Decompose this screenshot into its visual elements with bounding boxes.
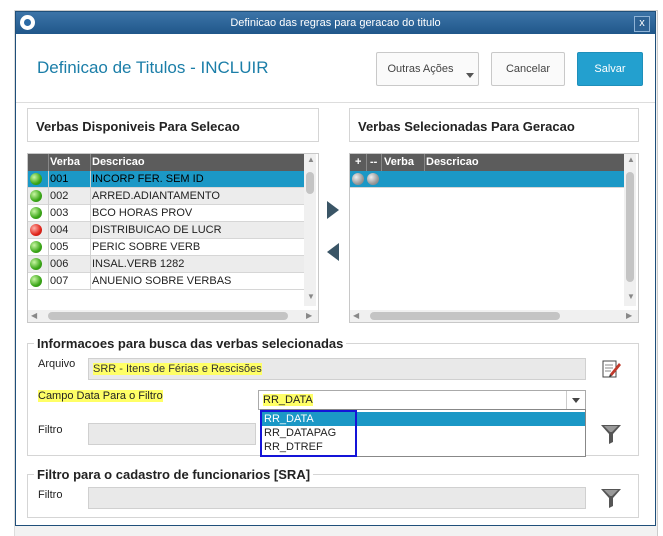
status-icon	[30, 241, 42, 253]
verba-cell: 002	[50, 190, 69, 202]
selected-grid-header: + -- Verba Descricao	[350, 154, 624, 171]
sra-filtro-label: Filtro	[38, 489, 63, 501]
close-button[interactable]: x	[634, 16, 650, 32]
chevron-down-icon	[466, 73, 474, 78]
verba-cell: 007	[50, 275, 69, 287]
status-icon	[30, 173, 42, 185]
page-title: Definicao de Titulos - INCLUIR	[37, 58, 269, 77]
col-dash: --	[370, 156, 378, 168]
filter-icon[interactable]	[599, 486, 623, 510]
highlight-box	[260, 410, 357, 457]
busca-title: Informacoes para busca das verbas seleci…	[34, 336, 347, 351]
background-right	[657, 10, 663, 536]
descricao-cell: INCORP FER. SEM ID	[92, 173, 204, 185]
selected-vscroll[interactable]: ▲ ▼	[624, 154, 636, 306]
table-row[interactable]: 003 BCO HORAS PROV	[28, 205, 304, 222]
arquivo-field: SRR - Itens de Férias e Rescisões	[88, 358, 586, 380]
table-row[interactable]: 005 PERIC SOBRE VERB	[28, 239, 304, 256]
available-grid: Verba Descricao 001 INCORP FER. SEM ID 002…	[27, 153, 319, 323]
selected-title: Verbas Selecionadas Para Geracao	[349, 108, 639, 142]
status-icon	[352, 173, 364, 185]
dialog: Definicao das regras para geracao do tit…	[15, 11, 656, 526]
verba-cell: 005	[50, 241, 69, 253]
status-icon	[30, 207, 42, 219]
status-icon	[367, 173, 379, 185]
table-row[interactable]: 001 INCORP FER. SEM ID	[28, 171, 304, 188]
filtro-input[interactable]	[88, 423, 256, 445]
edit-icon[interactable]	[600, 358, 622, 380]
col-plus: +	[355, 156, 362, 168]
header: Definicao de Titulos - INCLUIR Outras Aç…	[16, 34, 655, 103]
status-icon	[30, 275, 42, 287]
campo-data-select[interactable]: RR_DATA	[258, 390, 586, 410]
table-row[interactable]: 007 ANUENIO SOBRE VERBAS	[28, 273, 304, 290]
status-icon	[30, 190, 42, 202]
cancel-button[interactable]: Cancelar	[491, 52, 565, 86]
arrow-left-icon[interactable]	[325, 241, 341, 263]
outras-acoes-label: Outras Ações	[387, 63, 454, 75]
col-verba: Verba	[384, 156, 414, 168]
descricao-cell: ANUENIO SOBRE VERBAS	[92, 275, 232, 287]
verba-cell: 003	[50, 207, 69, 219]
table-row[interactable]: 006 INSAL.VERB 1282	[28, 256, 304, 273]
outras-acoes-button[interactable]: Outras Ações	[376, 52, 479, 86]
descricao-cell: ARRED.ADIANTAMENTO	[92, 190, 220, 202]
descricao-cell: PERIC SOBRE VERB	[92, 241, 201, 253]
save-button[interactable]: Salvar	[577, 52, 643, 86]
available-title: Verbas Disponiveis Para Selecao	[27, 108, 319, 142]
descricao-cell: INSAL.VERB 1282	[92, 258, 185, 270]
campo-data-label: Campo Data Para o Filtro	[38, 390, 163, 402]
filtro-label: Filtro	[38, 424, 63, 436]
col-descricao: Descricao	[426, 156, 479, 168]
filter-icon[interactable]	[599, 422, 623, 446]
descricao-cell: BCO HORAS PROV	[92, 207, 193, 219]
arquivo-value: SRR - Itens de Férias e Rescisões	[93, 363, 262, 375]
verba-cell: 004	[50, 224, 69, 236]
background-left	[0, 10, 15, 536]
selected-hscroll[interactable]: ◀ ▶	[350, 310, 638, 322]
table-row[interactable]: 004 DISTRIBUICAO DE LUCR	[28, 222, 304, 239]
campo-data-value: RR_DATA	[263, 394, 313, 406]
sra-title: Filtro para o cadastro de funcionarios […	[34, 467, 314, 482]
background-top	[0, 0, 663, 11]
arquivo-label: Arquivo	[38, 358, 76, 370]
arrow-right-icon[interactable]	[325, 199, 341, 221]
descricao-cell: DISTRIBUICAO DE LUCR	[92, 224, 222, 236]
titlebar: Definicao das regras para geracao do tit…	[16, 12, 655, 34]
available-hscroll[interactable]: ◀ ▶	[28, 310, 318, 322]
sra-filtro-input[interactable]	[88, 487, 586, 509]
selected-grid: + -- Verba Descricao ▲ ▼ ◀ ▶	[349, 153, 639, 323]
available-grid-header: Verba Descricao	[28, 154, 304, 171]
available-vscroll[interactable]: ▲ ▼	[304, 154, 316, 306]
table-row[interactable]: 002 ARRED.ADIANTAMENTO	[28, 188, 304, 205]
table-row[interactable]	[350, 171, 624, 188]
verba-cell: 006	[50, 258, 69, 270]
col-descricao: Descricao	[92, 156, 145, 168]
col-verba: Verba	[50, 156, 80, 168]
status-icon	[30, 258, 42, 270]
window-title: Definicao das regras para geracao do tit…	[230, 17, 441, 29]
chevron-down-icon[interactable]	[566, 391, 585, 409]
verba-cell: 001	[50, 173, 69, 185]
status-icon	[30, 224, 42, 236]
